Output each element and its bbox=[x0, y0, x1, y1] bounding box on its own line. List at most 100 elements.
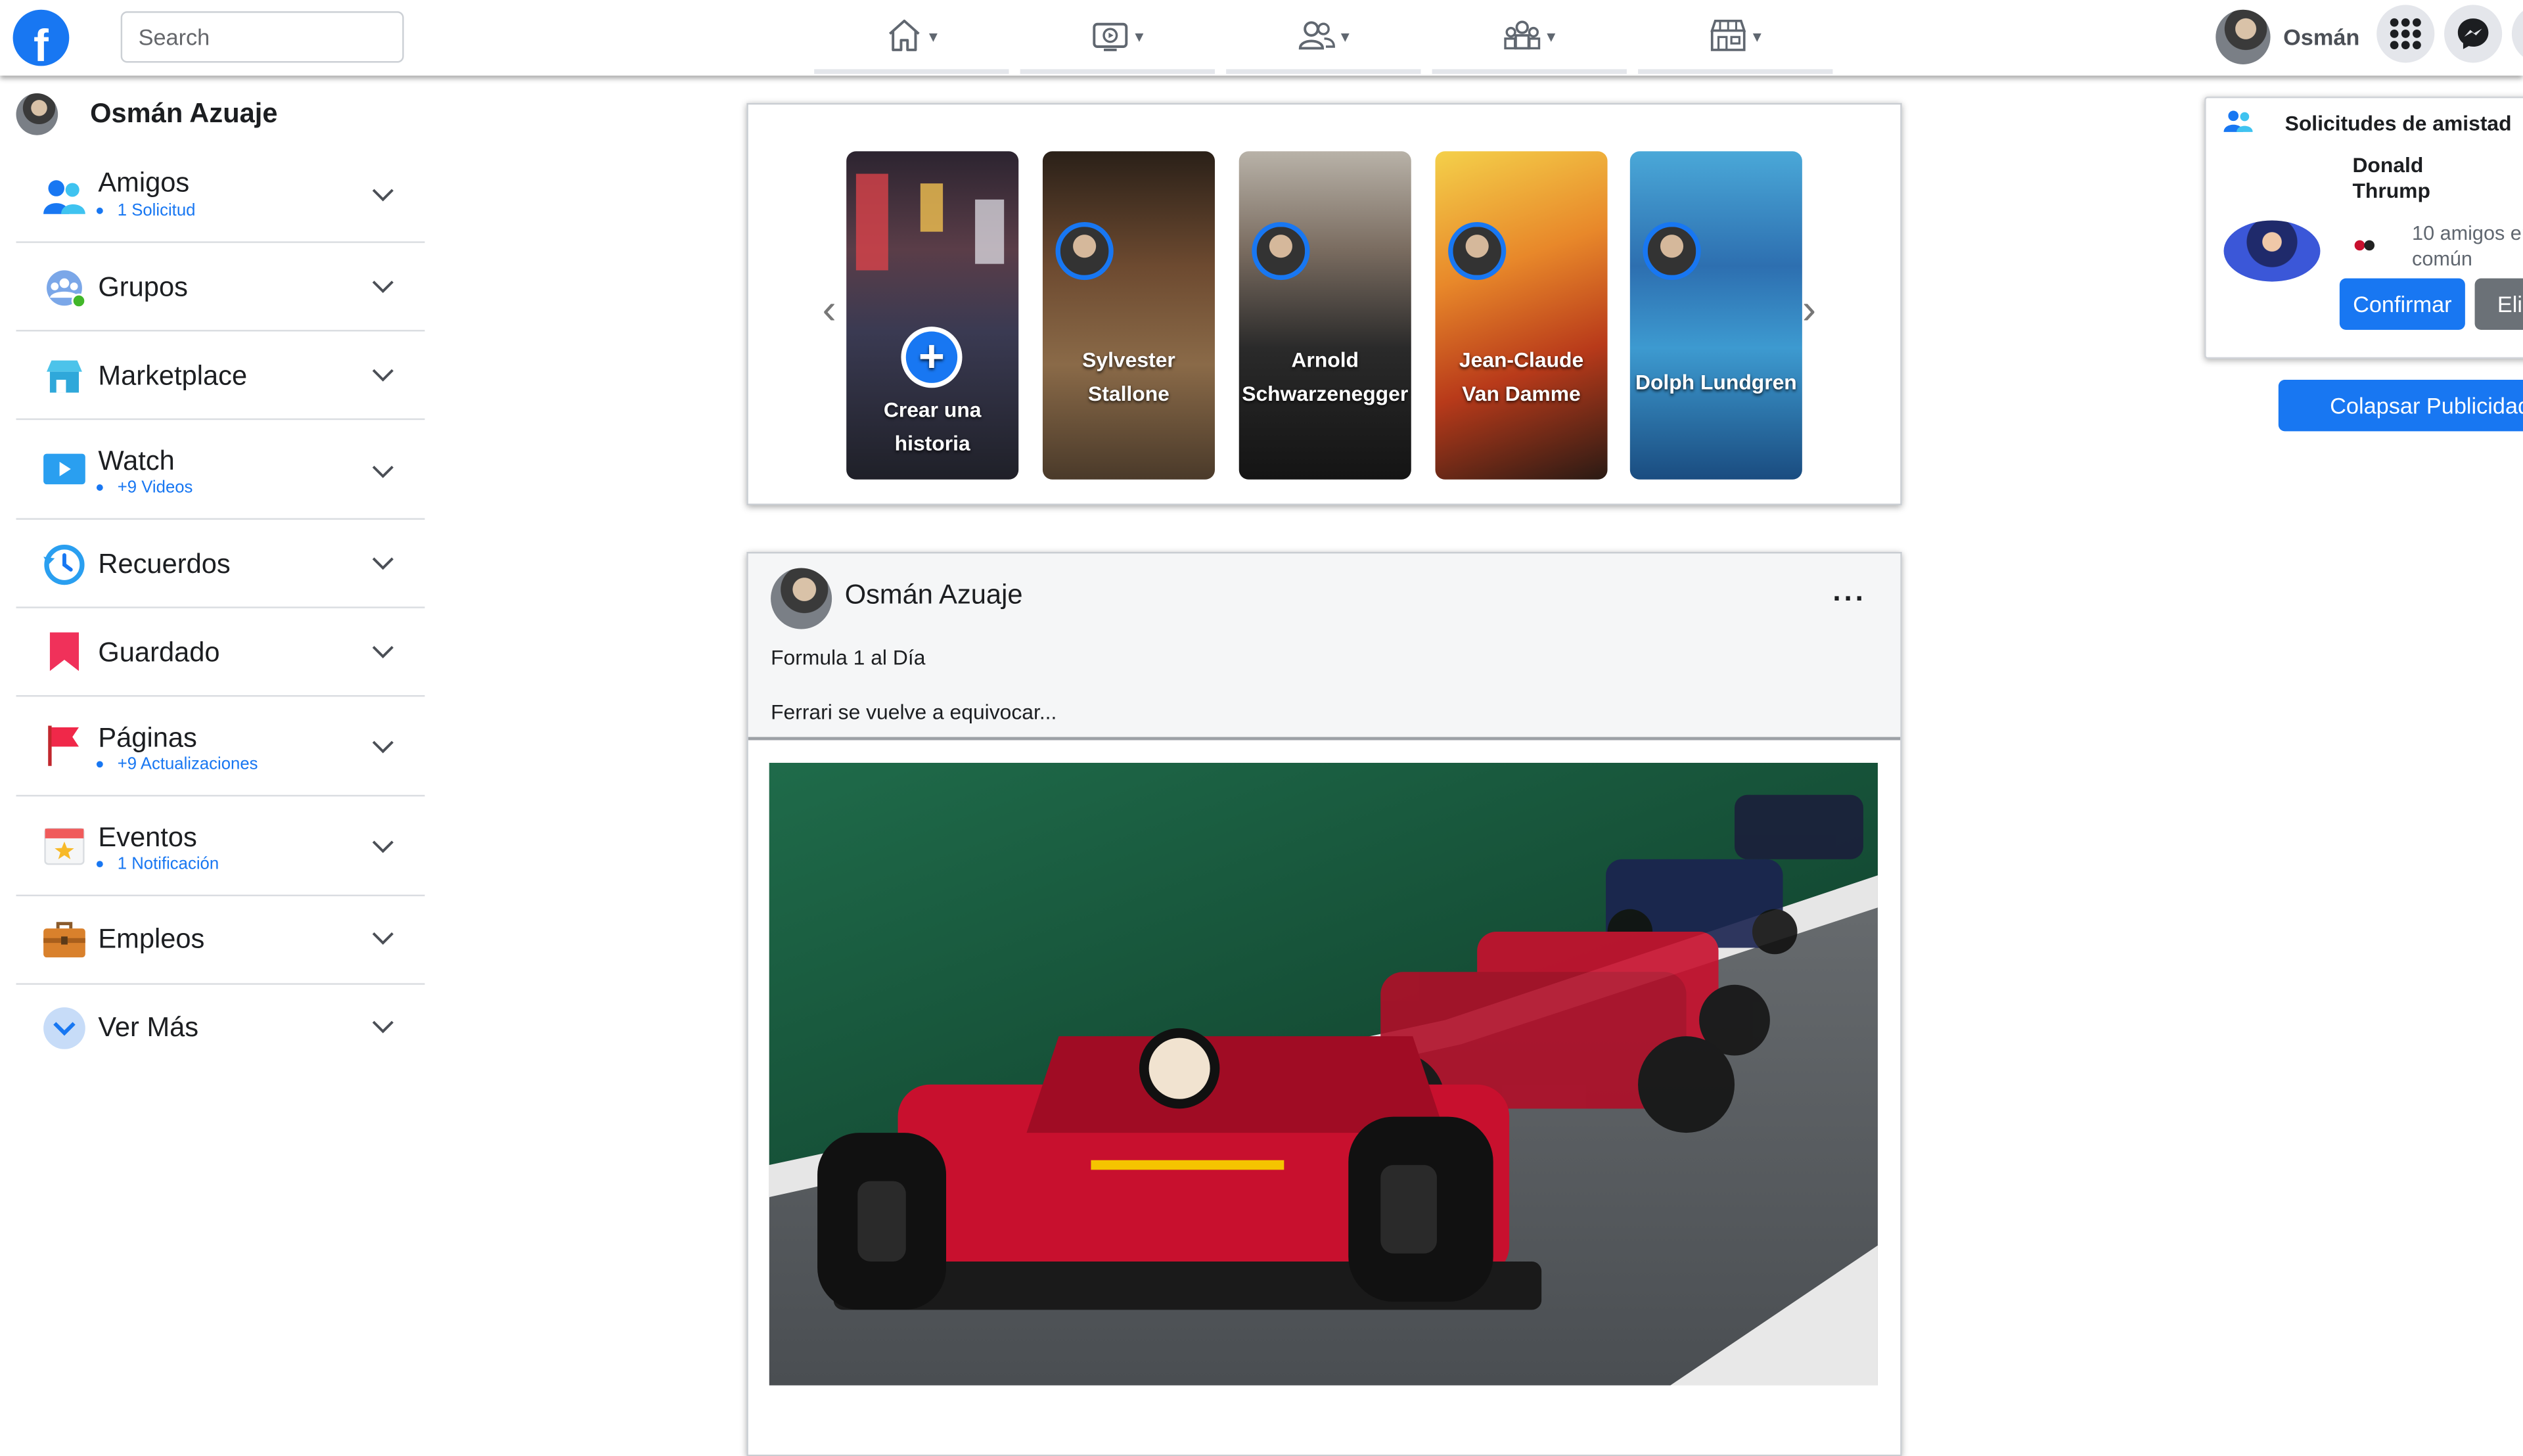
story-author-name: Stallone bbox=[1088, 381, 1170, 406]
chevron-down-icon[interactable] bbox=[369, 637, 398, 666]
sidebar-profile[interactable]: Osmán Azuaje bbox=[16, 93, 278, 135]
post-author-name[interactable]: Osmán Azuaje bbox=[845, 580, 1023, 612]
tab-friends[interactable]: ▼ bbox=[1226, 0, 1421, 74]
sidebar-item-ver-mas[interactable]: Ver Más bbox=[16, 985, 424, 1072]
post-image[interactable] bbox=[769, 762, 1878, 1386]
profile-shortcut[interactable]: Osmán bbox=[2216, 9, 2360, 64]
tab-marketplace[interactable]: ▼ bbox=[1638, 0, 1833, 74]
avatar bbox=[1643, 221, 1701, 281]
chevron-down-icon: ▼ bbox=[1131, 28, 1147, 45]
story-card[interactable]: Jean-Claude Van Damme bbox=[1435, 151, 1608, 480]
friends-icon bbox=[1298, 20, 1334, 49]
watch-tv-icon bbox=[42, 447, 87, 493]
avatar bbox=[1252, 221, 1310, 281]
briefcase-icon bbox=[42, 917, 87, 963]
chevron-left-icon[interactable]: ‹ bbox=[822, 284, 836, 334]
tab-groups[interactable]: ▼ bbox=[1432, 0, 1627, 74]
create-story-label: Crear una bbox=[883, 397, 982, 422]
logo-letter: f bbox=[34, 20, 49, 66]
story-author-name: Sylvester bbox=[1082, 347, 1175, 372]
sidebar-item-label: Guardado bbox=[98, 637, 220, 668]
messenger-button[interactable] bbox=[2444, 5, 2503, 63]
chevron-down-icon[interactable] bbox=[369, 832, 398, 861]
chevron-down-icon[interactable] bbox=[369, 457, 398, 486]
friend-requests-card: Solicitudes de amistad Donald Thrump 10 … bbox=[2204, 96, 2523, 359]
sidebar-item-marketplace[interactable]: Marketplace bbox=[16, 331, 425, 421]
sidebar-item-empleos[interactable]: Empleos bbox=[16, 896, 425, 985]
avatar bbox=[16, 93, 58, 135]
friends-icon bbox=[2223, 110, 2253, 132]
more-options-icon[interactable]: ··· bbox=[1832, 583, 1866, 616]
see-more-icon bbox=[42, 1006, 87, 1051]
memories-clock-icon bbox=[42, 542, 87, 587]
sidebar-item-label: Eventos bbox=[98, 822, 197, 853]
story-author-name: Dolph Lundgren bbox=[1635, 370, 1797, 395]
sidebar-item-label: Ver Más bbox=[98, 1012, 199, 1043]
home-icon bbox=[888, 18, 919, 51]
sidebar-item-amigos[interactable]: Amigos 1 Solicitud bbox=[16, 148, 425, 243]
story-card[interactable]: Arnold Schwarzenegger bbox=[1239, 151, 1411, 480]
feed-post: Osmán Azuaje ··· Formula 1 al Día Ferrar… bbox=[746, 552, 1902, 1456]
avatar[interactable] bbox=[771, 568, 832, 629]
flag-icon bbox=[42, 723, 87, 768]
f1-cars-photo bbox=[769, 762, 1878, 1386]
chevron-down-icon[interactable] bbox=[369, 732, 398, 761]
marketplace-store-icon bbox=[1710, 18, 1746, 51]
calendar-icon bbox=[42, 822, 87, 867]
sidebar-item-paginas[interactable]: Páginas +9 Actualizaciones bbox=[16, 696, 425, 797]
sidebar-item-label: Empleos bbox=[98, 923, 205, 955]
sidebar-item-badge: +9 Actualizaciones bbox=[96, 754, 258, 774]
sidebar-item-eventos[interactable]: Eventos 1 Notificación bbox=[16, 796, 425, 897]
chevron-down-icon[interactable] bbox=[369, 361, 398, 390]
sidebar-item-watch[interactable]: Watch +9 Videos bbox=[16, 420, 425, 520]
menu-button[interactable] bbox=[2376, 5, 2435, 63]
tab-watch[interactable]: ▼ bbox=[1020, 0, 1215, 74]
sidebar-item-recuerdos[interactable]: Recuerdos bbox=[16, 520, 425, 608]
chevron-right-icon[interactable]: › bbox=[1802, 284, 1816, 334]
story-author-name: Arnold bbox=[1291, 347, 1359, 372]
sidebar-item-label: Watch bbox=[98, 445, 175, 476]
bookmark-icon bbox=[42, 629, 87, 675]
sidebar-item-label: Marketplace bbox=[98, 360, 248, 392]
delete-request-button[interactable]: Eli bbox=[2474, 278, 2523, 330]
chevron-down-icon: ▼ bbox=[1543, 28, 1558, 45]
chevron-down-icon[interactable] bbox=[369, 1012, 398, 1041]
sidebar-item-badge: 1 Notificación bbox=[96, 854, 219, 874]
messenger-icon bbox=[2457, 18, 2489, 49]
story-author-name: Schwarzenegger bbox=[1242, 381, 1409, 406]
notifications-button[interactable] bbox=[2511, 5, 2523, 63]
avatar[interactable] bbox=[2223, 220, 2321, 282]
sidebar-item-guardado[interactable]: Guardado bbox=[16, 608, 425, 697]
chevron-down-icon[interactable] bbox=[369, 549, 398, 578]
chevron-down-icon: ▼ bbox=[1750, 28, 1765, 45]
mutual-friends-icon bbox=[2354, 240, 2375, 251]
groups-icon bbox=[42, 265, 87, 311]
chevron-down-icon: ▼ bbox=[926, 28, 941, 45]
confirm-request-button[interactable]: Confirmar bbox=[2339, 278, 2465, 330]
watch-tv-icon bbox=[1092, 22, 1127, 51]
plus-icon: + bbox=[901, 327, 963, 388]
sidebar-item-badge: 1 Solicitud bbox=[96, 201, 196, 221]
request-name-first[interactable]: Donald bbox=[2352, 153, 2423, 179]
story-card[interactable]: Dolph Lundgren bbox=[1629, 151, 1802, 480]
tab-home[interactable]: ▼ bbox=[814, 0, 1009, 74]
story-card[interactable]: Sylvester Stallone bbox=[1042, 151, 1215, 480]
request-name-last[interactable]: Thrump bbox=[2352, 179, 2430, 204]
collapse-ads-button[interactable]: Colapsar Publicidad bbox=[2278, 379, 2523, 432]
avatar bbox=[1055, 221, 1114, 281]
sidebar-item-label: Amigos bbox=[98, 167, 190, 198]
chevron-down-icon[interactable] bbox=[369, 272, 398, 301]
facebook-logo-icon[interactable]: f bbox=[12, 9, 70, 66]
sidebar-item-grupos[interactable]: Grupos bbox=[16, 243, 425, 332]
story-author-name: Van Damme bbox=[1462, 381, 1581, 406]
mutual-friends-count: 10 amigos en común bbox=[2412, 221, 2523, 271]
post-header: Osmán Azuaje ··· Formula 1 al Día Ferrar… bbox=[748, 553, 1901, 740]
sidebar-item-label: Páginas bbox=[98, 722, 197, 754]
chevron-down-icon[interactable] bbox=[369, 924, 398, 953]
create-story-card[interactable]: + Crear una historia bbox=[846, 151, 1019, 480]
profile-name: Osmán bbox=[2283, 24, 2360, 50]
sidebar-profile-name: Osmán Azuaje bbox=[90, 98, 278, 129]
chevron-down-icon[interactable] bbox=[369, 180, 398, 209]
search-input[interactable] bbox=[120, 11, 404, 63]
avatar bbox=[2216, 9, 2271, 64]
